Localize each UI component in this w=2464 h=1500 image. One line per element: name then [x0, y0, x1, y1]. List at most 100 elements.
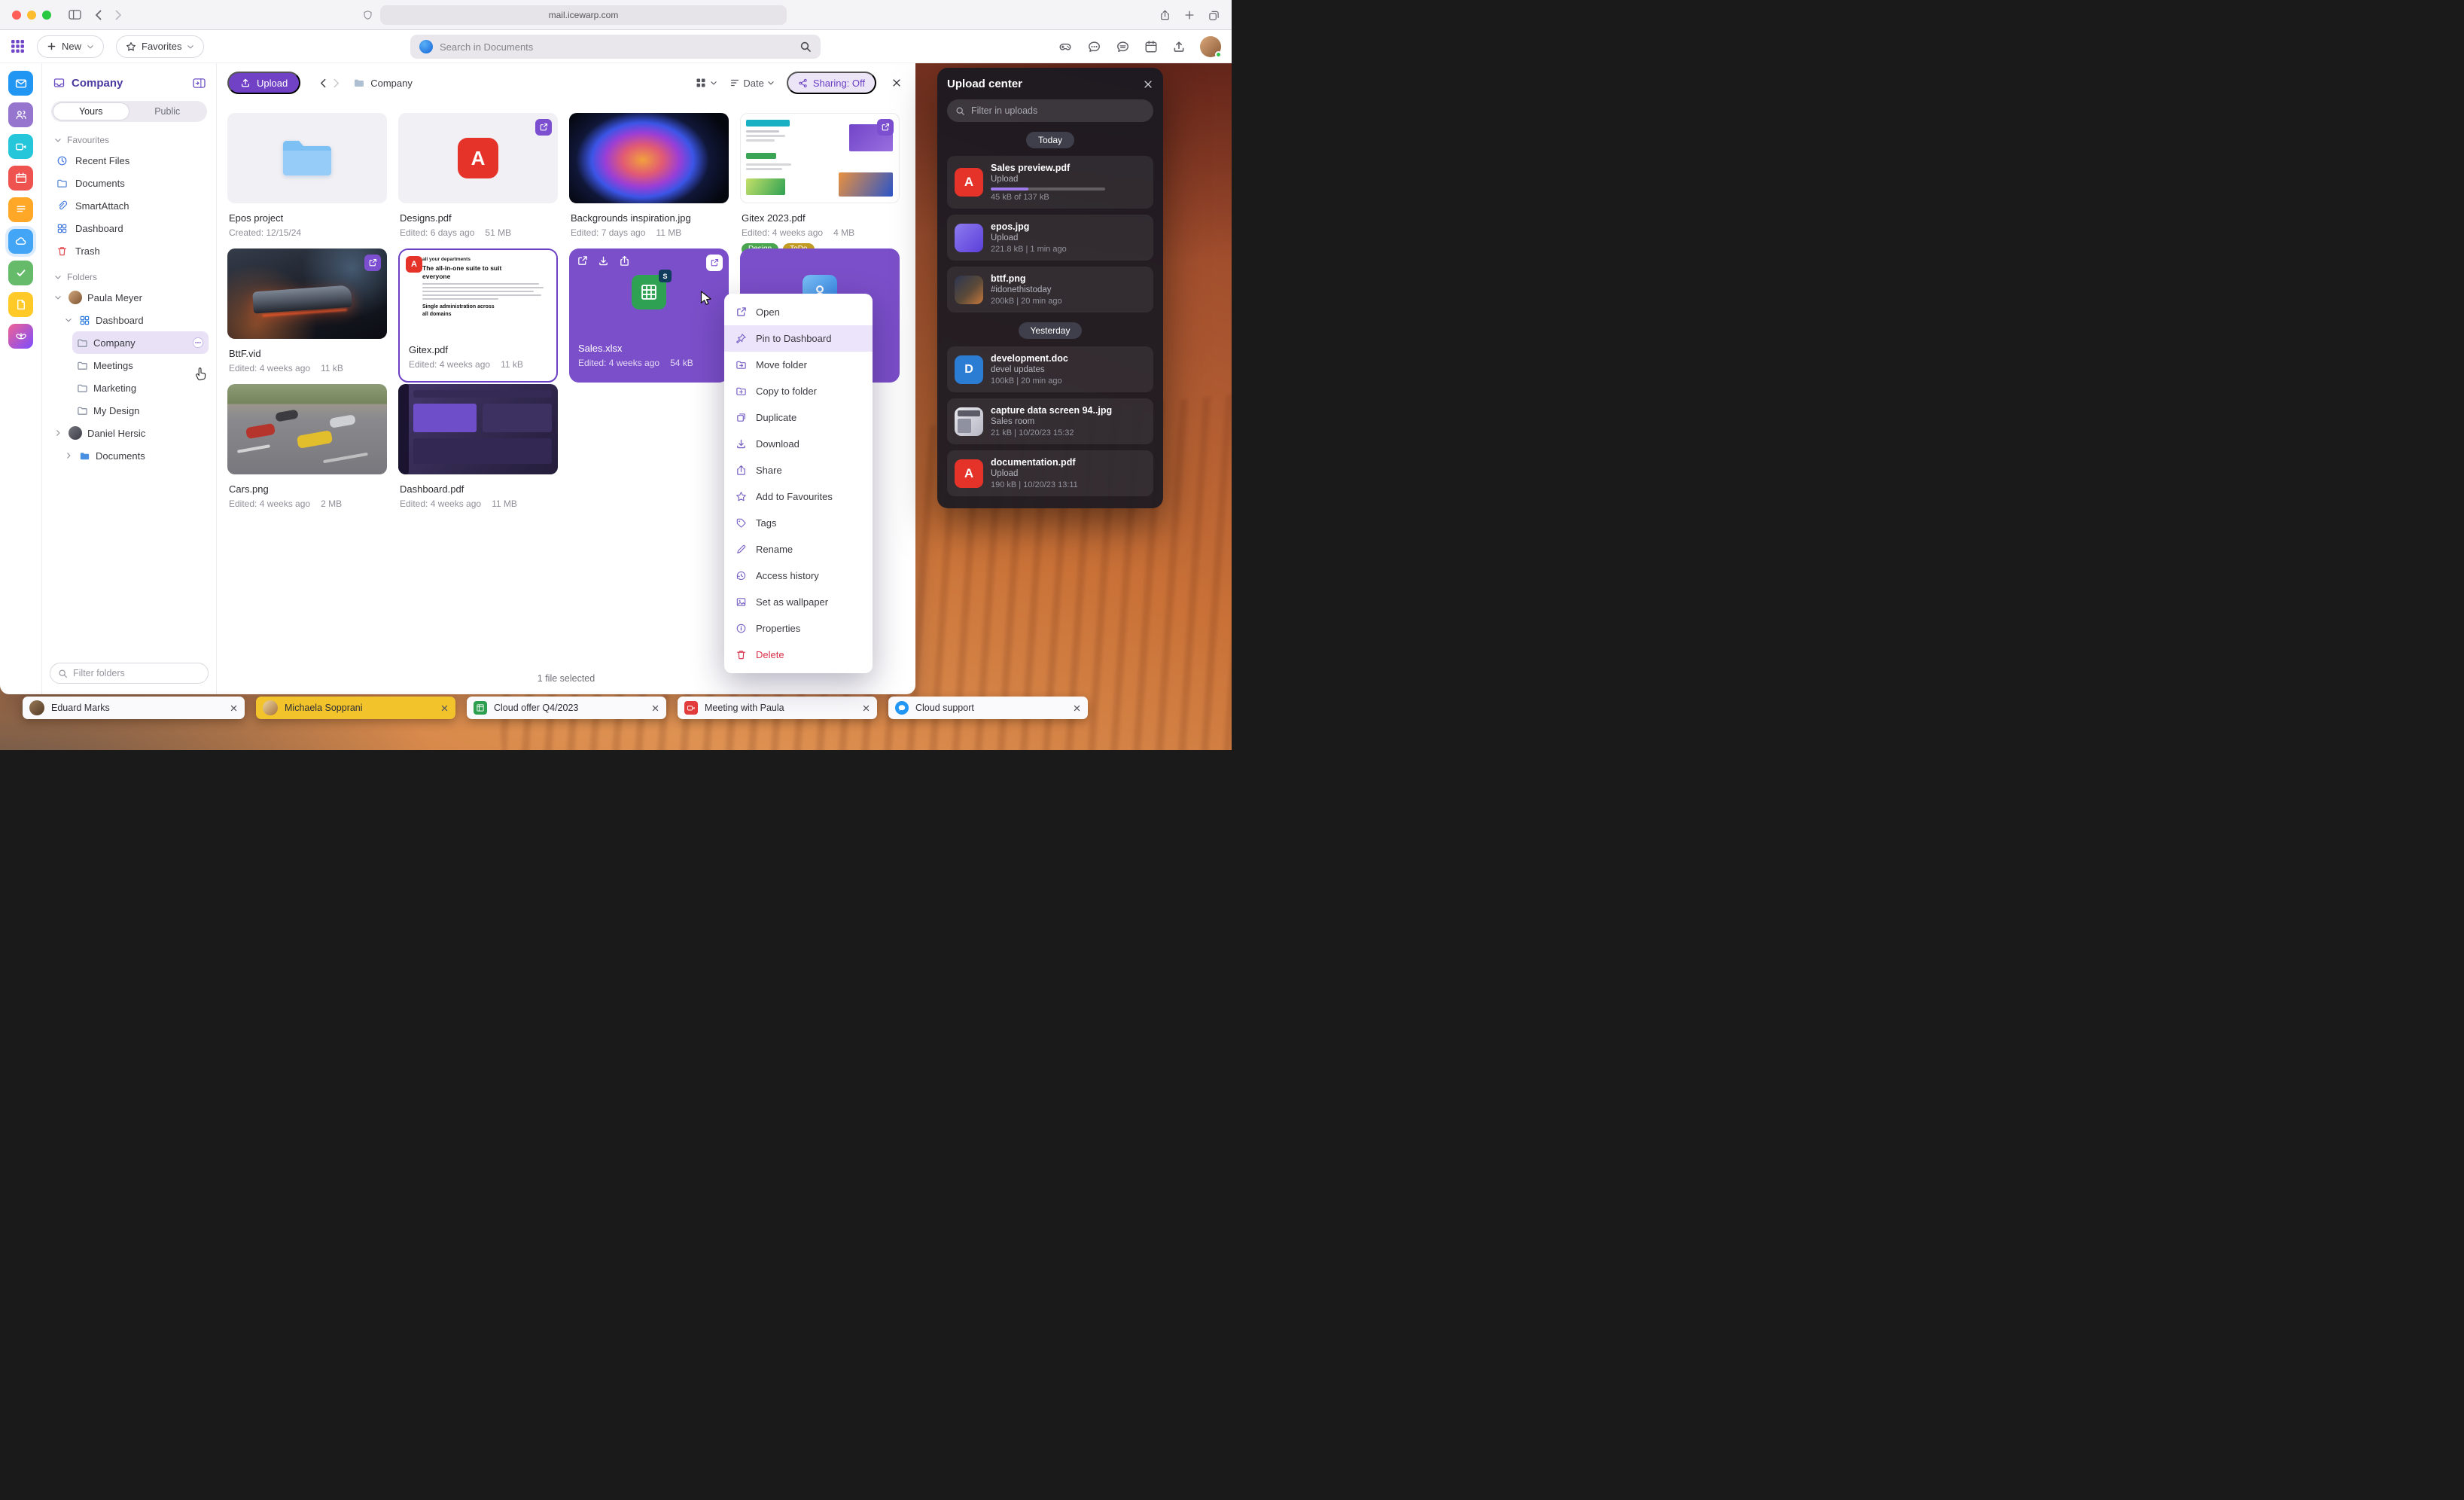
upload-filter-input[interactable]	[971, 105, 1145, 116]
sidebar-item-recent-files[interactable]: Recent Files	[50, 149, 209, 172]
tree-user-daniel-hersic[interactable]: Daniel Hersic	[50, 422, 209, 444]
global-search[interactable]	[410, 35, 821, 59]
favorites-button[interactable]: Favorites	[116, 35, 204, 58]
upload-button[interactable]: Upload	[227, 72, 300, 94]
file-card-sales-xlsx[interactable]: S Sales.xlsx Edited: 4 weeks ago54 kB	[569, 248, 729, 383]
menu-item-pin-to-dashboard[interactable]: Pin to Dashboard	[724, 325, 873, 352]
tree-folder-documents[interactable]: Documents	[60, 444, 209, 467]
browser-tabs-icon[interactable]	[1208, 10, 1220, 21]
tab-public[interactable]: Public	[129, 102, 206, 120]
window-minimize-button[interactable]	[27, 11, 36, 20]
file-card-gitex-2023-pdf[interactable]: Gitex 2023.pdf Edited: 4 weeks ago4 MB D…	[740, 113, 900, 242]
file-card-designs-pdf[interactable]: A Designs.pdf Edited: 6 days ago51 MB	[398, 113, 558, 242]
taskbar-chip-michaela-sopprani[interactable]: Michaela Sopprani	[256, 697, 455, 719]
menu-item-move-folder[interactable]: Move folder	[724, 352, 873, 378]
chevron-right-icon[interactable]	[54, 429, 63, 437]
menu-item-share[interactable]: Share	[724, 457, 873, 483]
menu-item-duplicate[interactable]: Duplicate	[724, 404, 873, 431]
sidebar-item-trash[interactable]: Trash	[50, 239, 209, 262]
folder-filter-input[interactable]	[73, 668, 200, 678]
breadcrumb[interactable]: Company	[353, 77, 413, 89]
chat-icon[interactable]	[1116, 40, 1130, 53]
url-bar[interactable]: mail.icewarp.com	[380, 5, 787, 25]
upload-filter[interactable]	[947, 99, 1153, 122]
sort-button[interactable]: Date	[729, 78, 774, 89]
teamchat-icon[interactable]	[1087, 40, 1101, 53]
menu-item-tags[interactable]: Tags	[724, 510, 873, 536]
menu-item-properties[interactable]: Properties	[724, 615, 873, 642]
file-card-epos-project[interactable]: Epos project Created: 12/15/24	[227, 113, 387, 242]
tree-folder-dashboard[interactable]: Dashboard	[60, 309, 209, 331]
sidebar-item-smartattach[interactable]: SmartAttach	[50, 194, 209, 217]
browser-forward-icon[interactable]	[115, 10, 122, 20]
file-card-bttf-vid[interactable]: BttF.vid Edited: 4 weeks ago11 kB	[227, 248, 387, 378]
user-avatar[interactable]	[1200, 36, 1221, 57]
menu-item-add-to-favourites[interactable]: Add to Favourites	[724, 483, 873, 510]
calendar-app-icon[interactable]	[8, 166, 33, 191]
upload-item-development-doc[interactable]: D development.doc devel updates 100kB | …	[947, 346, 1153, 392]
new-button[interactable]: New	[37, 35, 104, 58]
notes-app-icon[interactable]	[8, 197, 33, 222]
upload-item-sales-preview[interactable]: A Sales preview.pdf Upload 45 kB of 137 …	[947, 156, 1153, 209]
search-icon[interactable]	[800, 41, 812, 53]
close-icon[interactable]	[440, 704, 449, 712]
contacts-app-icon[interactable]	[8, 102, 33, 127]
tree-folder-my-design[interactable]: My Design	[72, 399, 209, 422]
taskbar-chip-eduard-marks[interactable]: Eduard Marks	[23, 697, 245, 719]
games-icon[interactable]	[1058, 40, 1073, 53]
file-card-gitex-pdf-selected[interactable]: A all your departments The all-in-one su…	[398, 248, 558, 383]
upload-item-bttf-png[interactable]: bttf.png #idonethistoday 200kB | 20 min …	[947, 267, 1153, 312]
favourites-section-header[interactable]: Favourites	[54, 135, 204, 145]
open-in-new-icon[interactable]	[577, 255, 588, 267]
browser-back-icon[interactable]	[95, 10, 102, 20]
file-card-backgrounds-jpg[interactable]: Backgrounds inspiration.jpg Edited: 7 da…	[569, 113, 729, 242]
close-icon[interactable]	[1073, 704, 1081, 712]
sidebar-collapse-icon[interactable]	[193, 78, 206, 89]
folder-filter[interactable]	[50, 663, 209, 684]
menu-item-open[interactable]: Open	[724, 299, 873, 325]
browser-share-icon[interactable]	[1159, 9, 1171, 21]
chevron-down-icon[interactable]	[54, 294, 63, 301]
close-icon[interactable]	[651, 704, 659, 712]
close-icon[interactable]	[1143, 79, 1153, 90]
folders-section-header[interactable]: Folders	[54, 272, 204, 282]
mail-app-icon[interactable]	[8, 71, 33, 96]
folder-more-icon[interactable]	[192, 337, 204, 349]
share-icon[interactable]	[619, 255, 630, 267]
tree-user-paula-meyer[interactable]: Paula Meyer	[50, 286, 209, 309]
nav-back-icon[interactable]	[320, 78, 326, 88]
close-icon[interactable]	[862, 704, 870, 712]
browser-sidebar-toggle-icon[interactable]	[69, 9, 81, 20]
calendar-icon[interactable]	[1144, 40, 1158, 53]
close-icon[interactable]	[230, 704, 238, 712]
taskbar-chip-cloud-support[interactable]: Cloud support	[888, 697, 1088, 719]
sidebar-item-documents[interactable]: Documents	[50, 172, 209, 194]
upload-item-capture-data-screen[interactable]: capture data screen 94..jpg Sales room 2…	[947, 398, 1153, 444]
tree-folder-company-selected[interactable]: Company	[72, 331, 209, 354]
chevron-down-icon[interactable]	[65, 316, 74, 324]
tree-folder-marketing[interactable]: Marketing	[72, 377, 209, 399]
sidebar-item-dashboard[interactable]: Dashboard	[50, 217, 209, 239]
menu-item-delete[interactable]: Delete	[724, 642, 873, 668]
menu-item-download[interactable]: Download	[724, 431, 873, 457]
tasks-app-icon[interactable]	[8, 261, 33, 285]
tree-folder-meetings[interactable]: Meetings	[72, 354, 209, 377]
documents-app-icon[interactable]	[8, 229, 33, 254]
upload-item-epos-jpg[interactable]: epos.jpg Upload 221.8 kB | 1 min ago	[947, 215, 1153, 261]
sharing-toggle-button[interactable]: Sharing: Off	[787, 72, 876, 94]
taskbar-chip-cloud-offer[interactable]: Cloud offer Q4/2023	[467, 697, 666, 719]
upload-center-icon[interactable]	[1172, 40, 1186, 53]
upload-item-documentation-pdf[interactable]: A documentation.pdf Upload 190 kB | 10/2…	[947, 450, 1153, 496]
meetings-app-icon[interactable]	[8, 134, 33, 159]
nav-forward-icon[interactable]	[334, 78, 340, 88]
menu-item-access-history[interactable]: Access history	[724, 562, 873, 589]
icewarp-suite-icon[interactable]	[8, 324, 33, 349]
close-icon[interactable]	[891, 78, 902, 88]
window-close-button[interactable]	[12, 11, 21, 20]
search-input[interactable]	[440, 41, 793, 53]
download-icon[interactable]	[598, 255, 609, 267]
menu-item-rename[interactable]: Rename	[724, 536, 873, 562]
archive-app-icon[interactable]	[8, 292, 33, 317]
file-card-dashboard-pdf[interactable]: Dashboard.pdf Edited: 4 weeks ago11 MB	[398, 384, 558, 514]
tab-yours[interactable]: Yours	[53, 102, 129, 120]
